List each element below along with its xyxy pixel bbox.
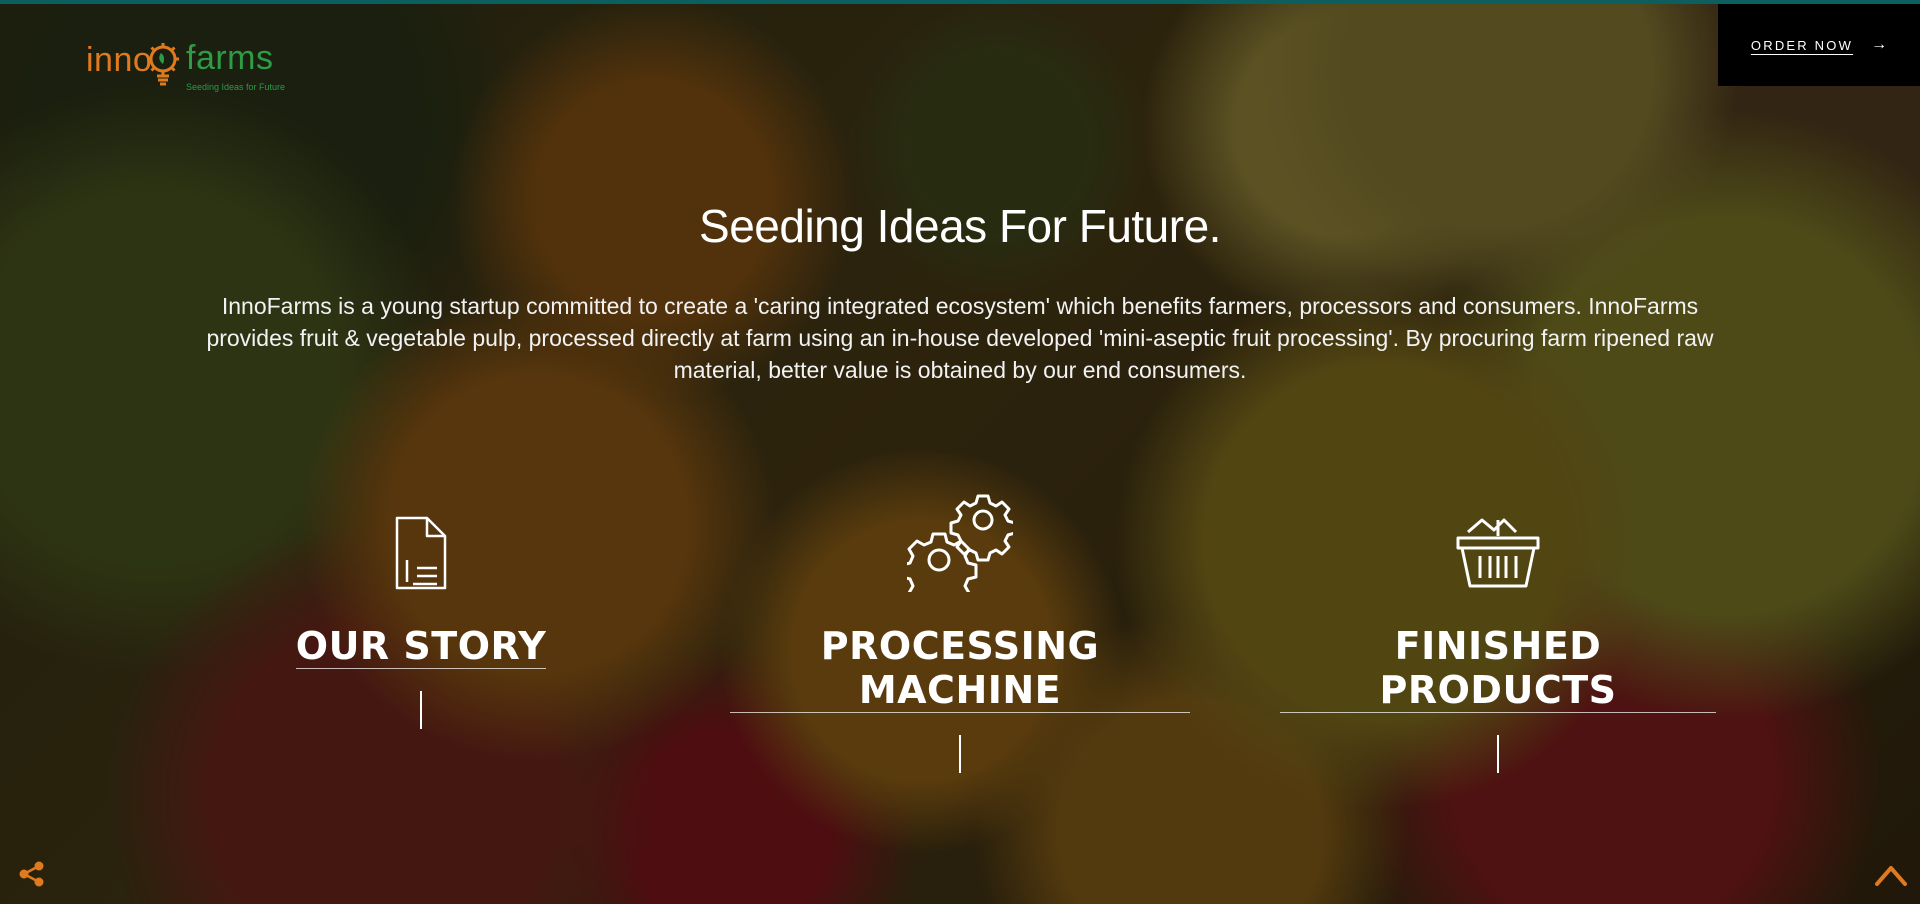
feature-title-finished-products[interactable]: FINISHED PRODUCTS bbox=[1280, 624, 1716, 713]
feature-divider bbox=[1497, 735, 1499, 773]
arrow-right-icon: → bbox=[1871, 36, 1888, 53]
feature-title-processing-machine[interactable]: PROCESSING MACHINE bbox=[730, 624, 1190, 713]
feature-divider bbox=[420, 691, 422, 729]
hero-headline: Seeding Ideas For Future. bbox=[699, 200, 1221, 252]
feature-divider bbox=[959, 735, 961, 773]
logo-text-farms: farms bbox=[186, 39, 274, 77]
chevron-up-icon[interactable] bbox=[1874, 862, 1908, 888]
hero-description: InnoFarms is a young startup committed t… bbox=[206, 293, 1714, 383]
logo-tagline: Seeding Ideas for Future bbox=[186, 82, 286, 92]
order-now-label: ORDER NOW bbox=[1750, 37, 1854, 53]
basket-icon bbox=[1456, 518, 1540, 588]
document-icon bbox=[395, 516, 447, 590]
feature-our-story[interactable]: OUR STORY bbox=[280, 500, 562, 729]
lightbulb-gear-icon bbox=[147, 43, 179, 86]
share-icon[interactable] bbox=[18, 860, 46, 888]
gears-icon bbox=[907, 494, 1013, 592]
feature-title-our-story[interactable]: OUR STORY bbox=[295, 624, 547, 669]
top-accent-bar bbox=[0, 0, 1920, 4]
innofarms-logo[interactable]: inno farms Seeding Ideas for Future bbox=[86, 36, 286, 96]
feature-finished-products[interactable]: FINISHED PRODUCTS bbox=[1280, 500, 1716, 773]
order-now-button[interactable]: ORDER NOW → bbox=[1718, 4, 1920, 86]
feature-processing-machine[interactable]: PROCESSING MACHINE bbox=[730, 494, 1190, 773]
